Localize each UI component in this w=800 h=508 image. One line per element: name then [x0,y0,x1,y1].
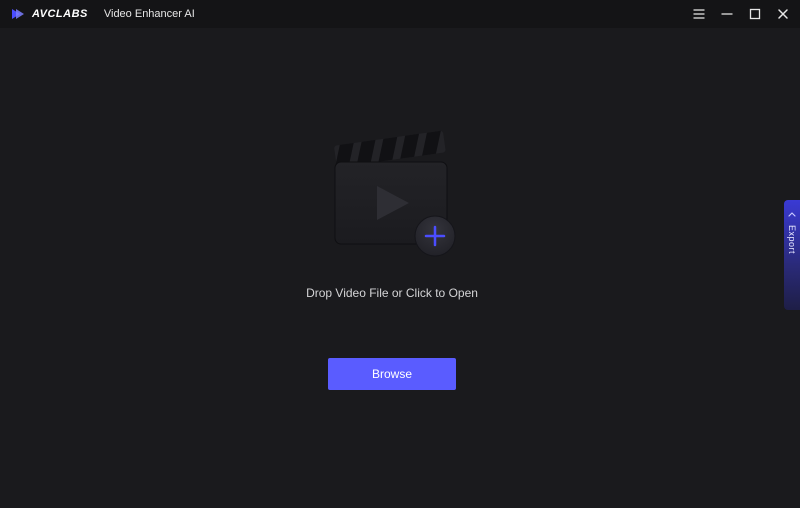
browse-button[interactable]: Browse [328,358,456,390]
main-content: Drop Video File or Click to Open Browse [0,28,784,508]
window-controls [690,5,792,23]
drop-zone[interactable]: Drop Video File or Click to Open [306,128,478,300]
browse-button-label: Browse [372,367,412,381]
app-logo-block: AVCLABS Video Enhancer AI [10,6,195,22]
drop-instruction-text: Drop Video File or Click to Open [306,286,478,300]
close-button[interactable] [774,5,792,23]
app-title: Video Enhancer AI [104,8,195,20]
brand-name: AVCLABS [32,8,88,20]
app-logo-icon [10,6,26,22]
clapperboard-icon[interactable] [317,128,467,268]
menu-button[interactable] [690,5,708,23]
titlebar: AVCLABS Video Enhancer AI [0,0,800,28]
maximize-button[interactable] [746,5,764,23]
minimize-button[interactable] [718,5,736,23]
export-panel-tab[interactable]: Export [784,200,800,310]
chevron-up-icon [788,210,796,219]
export-tab-label: Export [787,225,797,254]
